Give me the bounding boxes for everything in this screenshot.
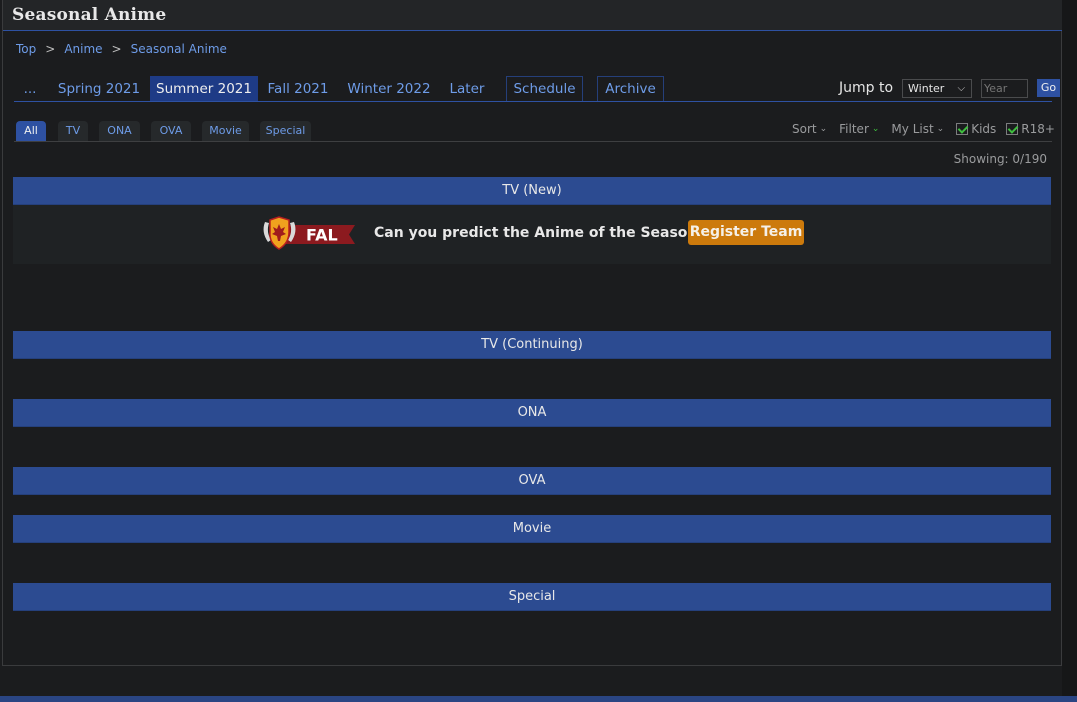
breadcrumb-anime[interactable]: Anime [64,42,102,56]
section-header-ova: OVA [13,467,1051,495]
r18-checkbox[interactable] [1006,123,1019,135]
season-select-value: Winter [908,81,945,95]
breadcrumb-top[interactable]: Top [16,42,36,56]
page-gutter [1062,0,1077,702]
chevron-down-icon: ⌄ [871,124,880,134]
go-button[interactable]: Go [1037,79,1061,97]
section-header-ona: ONA [13,399,1051,427]
tab-summer-2021[interactable]: Summer 2021 [150,76,258,101]
type-tab-special[interactable]: Special [260,121,311,141]
seasonal-anime-panel: Seasonal Anime Top > Anime > Seasonal An… [2,0,1062,666]
jump-to-form: Jump to Winter ⌵ Go [839,77,1061,99]
type-tab-all[interactable]: All [16,121,46,141]
section-header-movie: Movie [13,515,1051,543]
type-tab-ova[interactable]: OVA [151,121,191,141]
tab-later[interactable]: Later [446,76,488,101]
sort-label: Sort [792,122,817,136]
tab-more-seasons[interactable]: ... [14,76,46,101]
my-list-dropdown[interactable]: My List ⌄ [891,122,944,136]
jump-to-label: Jump to [839,80,894,96]
breadcrumb-separator: > [111,42,122,56]
kids-checkbox[interactable] [956,123,969,135]
sort-dropdown[interactable]: Sort ⌄ [792,122,827,136]
r18-label: R18+ [1021,122,1055,136]
kids-label: Kids [971,122,997,136]
my-list-label: My List [891,122,934,136]
tab-winter-2022[interactable]: Winter 2022 [344,76,434,101]
filter-bar: Sort ⌄ Filter ⌄ My List ⌄ Kids R18+ [792,121,1055,137]
fal-prompt: Can you predict the Anime of the Season? [374,225,706,241]
filter-dropdown[interactable]: Filter ⌄ [839,122,879,136]
footer-bar [0,696,1077,702]
r18-toggle[interactable]: R18+ [1006,122,1055,136]
year-input[interactable] [981,78,1029,98]
chevron-down-icon: ⌵ [957,82,966,94]
breadcrumb-seasonal-anime[interactable]: Seasonal Anime [131,42,227,56]
fal-logo-text: FAL [306,226,338,245]
showing-count: Showing: 0/190 [953,152,1047,166]
fal-logo-icon[interactable]: FAL [261,216,355,250]
type-tab-movie[interactable]: Movie [202,121,249,141]
register-team-button[interactable]: Register Team [688,220,804,245]
panel-header: Seasonal Anime [3,0,1062,31]
kids-toggle[interactable]: Kids [956,122,996,136]
fal-promo-banner: FAL Can you predict the Anime of the Sea… [13,205,1051,264]
tab-schedule[interactable]: Schedule [506,76,583,101]
chevron-down-icon: ⌄ [936,124,945,134]
type-tab-ona[interactable]: ONA [99,121,140,141]
breadcrumb: Top > Anime > Seasonal Anime [16,42,227,56]
page-title: Seasonal Anime [12,5,167,25]
filter-label: Filter [839,122,869,136]
section-header-tv-new: TV (New) [13,177,1051,205]
section-header-special: Special [13,583,1051,611]
tab-fall-2021[interactable]: Fall 2021 [266,76,330,101]
breadcrumb-separator: > [45,42,56,56]
season-select[interactable]: Winter ⌵ [902,78,973,98]
section-header-tv-continuing: TV (Continuing) [13,331,1051,359]
tab-spring-2021[interactable]: Spring 2021 [52,76,146,101]
type-tab-tv[interactable]: TV [58,121,88,141]
tab-archive[interactable]: Archive [597,76,664,101]
chevron-down-icon: ⌄ [819,124,828,134]
